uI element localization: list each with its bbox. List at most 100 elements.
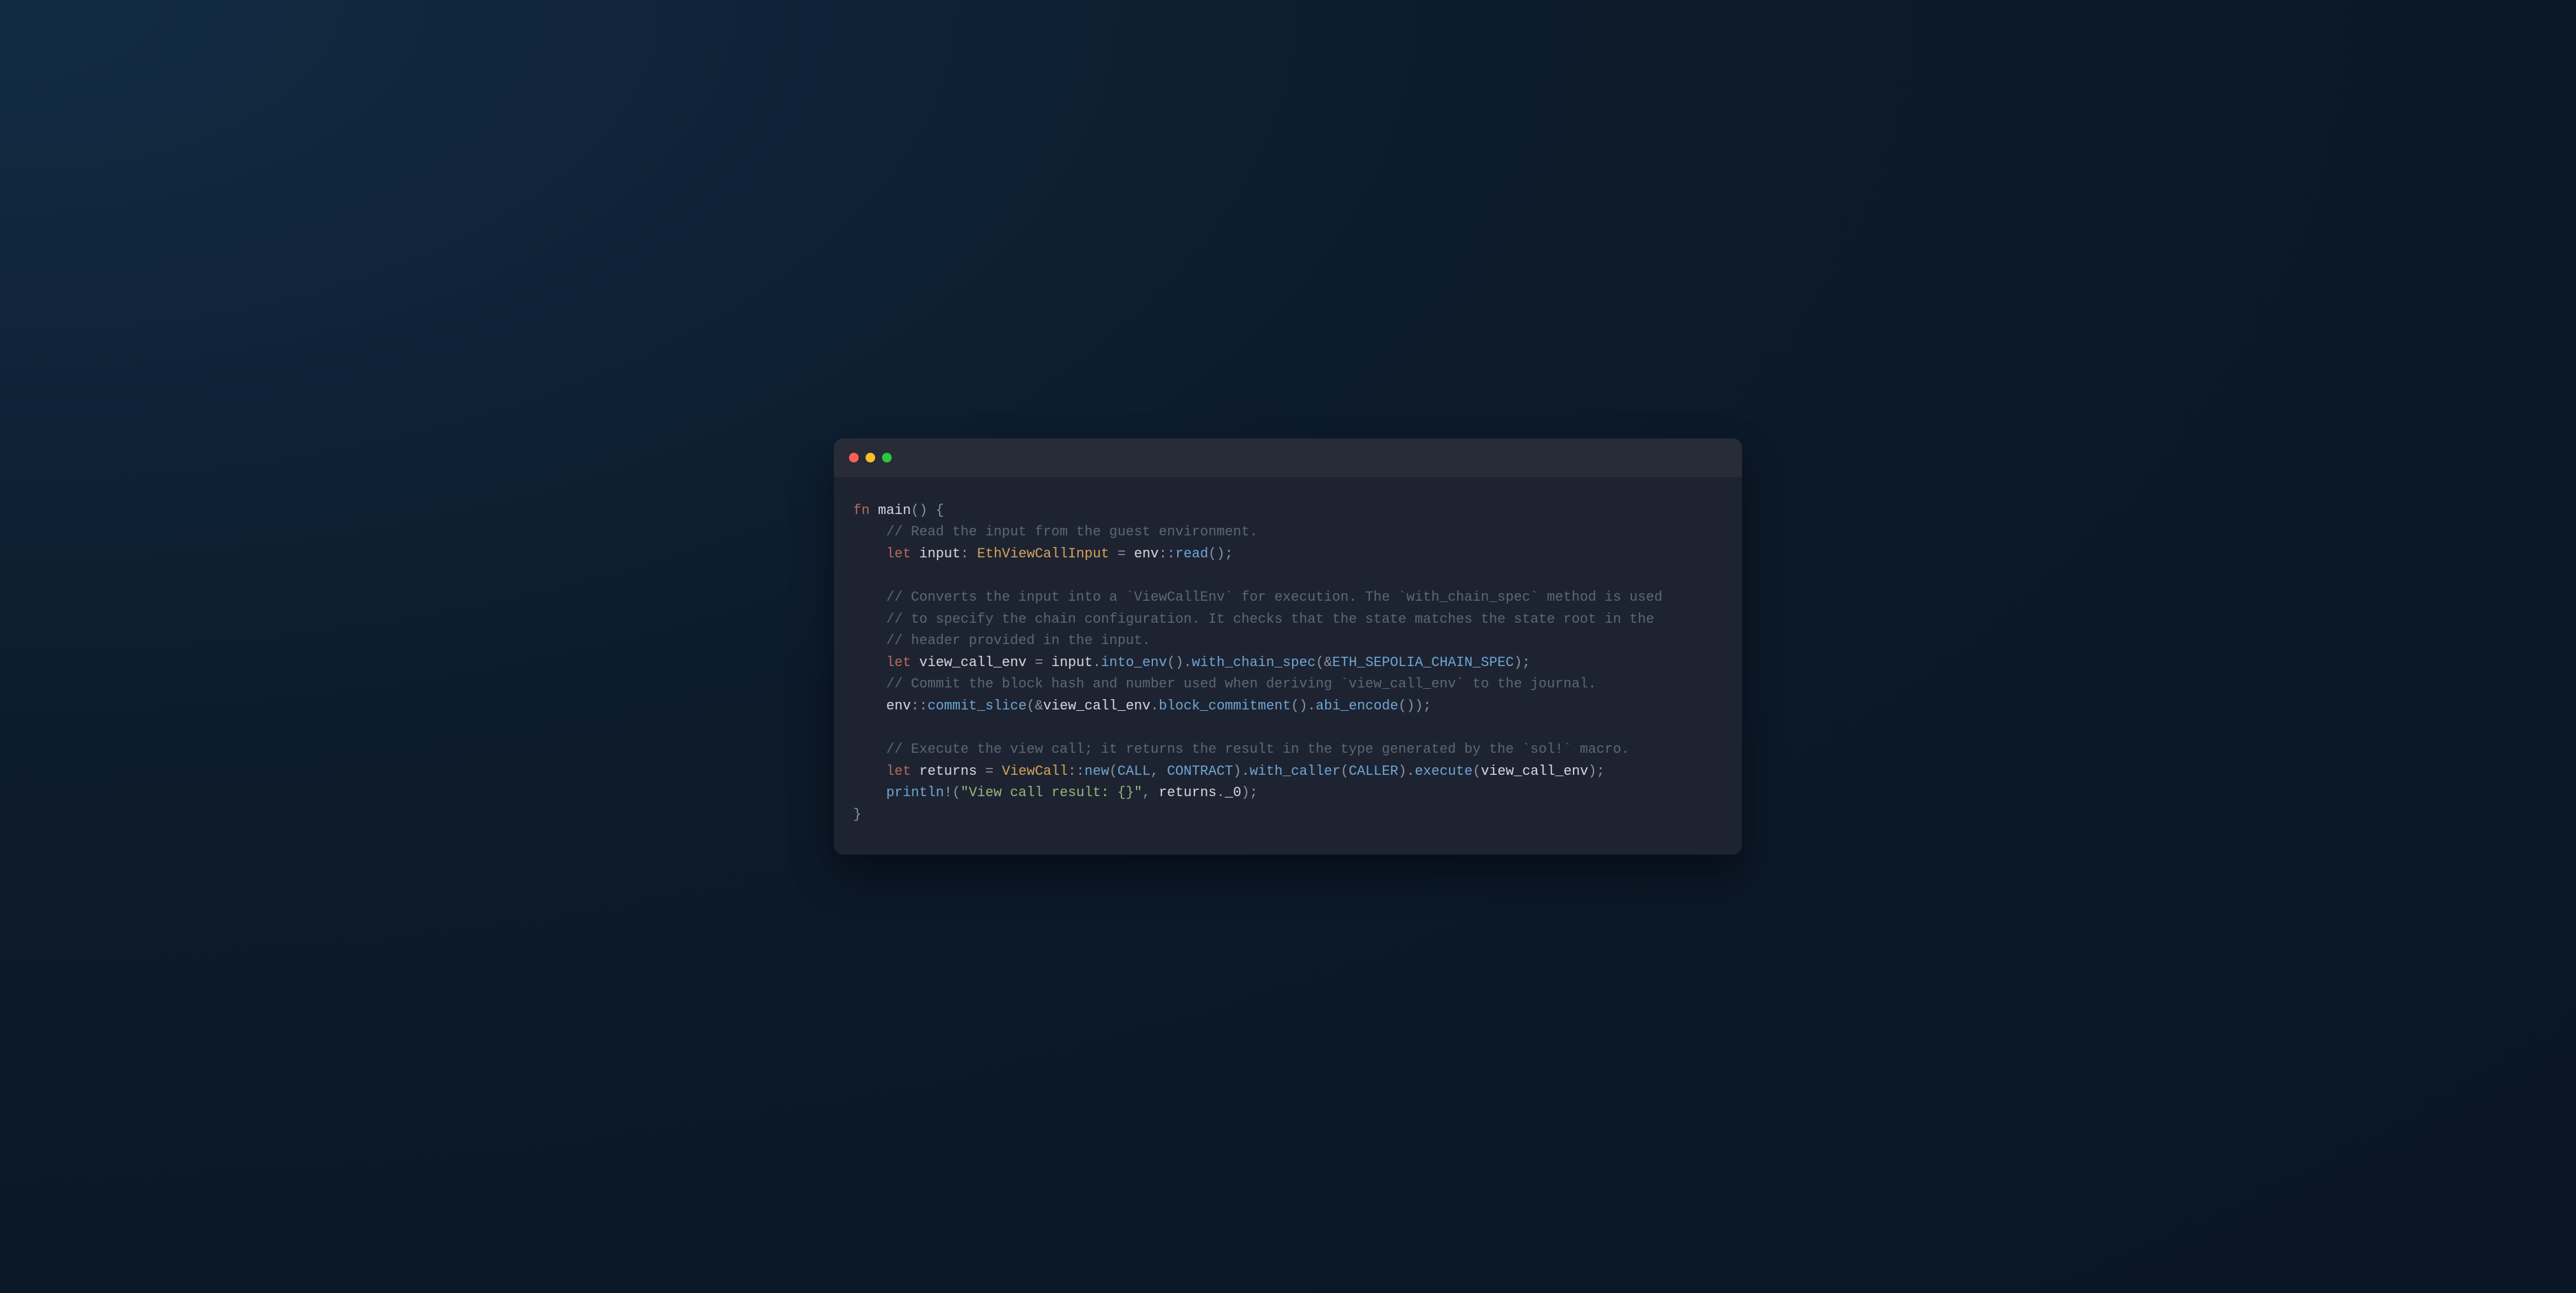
- token-func: block_commitment: [1159, 698, 1291, 714]
- token-ident: view_call_env: [1481, 764, 1588, 780]
- code-line: // Read the input from the guest environ…: [853, 522, 1723, 544]
- code-line: env::commit_slice(&view_call_env.block_c…: [853, 696, 1723, 718]
- token-comment: // Read the input from the guest environ…: [886, 524, 1258, 540]
- token-ident: env: [886, 698, 911, 714]
- token-ident: input: [1051, 655, 1093, 671]
- token-kw: let: [886, 655, 911, 671]
- code-line: // Execute the view call; it returns the…: [853, 739, 1723, 761]
- token-punct: (: [1027, 698, 1035, 714]
- code-line: let returns = ViewCall::new(CALL, CONTRA…: [853, 761, 1723, 783]
- token-punct: .: [1406, 764, 1415, 780]
- token-punct: );: [1588, 764, 1604, 780]
- token-punct: &: [1324, 655, 1332, 671]
- code-line: // Commit the block hash and number used…: [853, 674, 1723, 696]
- token-indent: [853, 698, 886, 714]
- minimize-icon[interactable]: [866, 453, 875, 462]
- token-punct: (: [952, 785, 960, 801]
- token-punct: .: [1307, 698, 1316, 714]
- token-punct: =: [977, 764, 1002, 780]
- token-punct: ();: [1208, 546, 1233, 562]
- zoom-icon[interactable]: [882, 453, 892, 462]
- token-punct: .: [1241, 764, 1249, 780]
- token-punct: (: [1316, 655, 1324, 671]
- code-editor[interactable]: fn main() { // Read the input from the g…: [834, 477, 1742, 855]
- token-punct: ::: [911, 698, 927, 714]
- code-line: [853, 565, 1723, 587]
- token-type: ViewCall: [1002, 764, 1068, 780]
- window-titlebar: [834, 438, 1742, 477]
- token-punct: ::: [1068, 764, 1084, 780]
- token-kw: fn: [853, 503, 870, 519]
- token-kw: let: [886, 546, 911, 562]
- close-icon[interactable]: [849, 453, 859, 462]
- token-ident: returns: [1159, 785, 1216, 801]
- code-line: // header provided in the input.: [853, 630, 1723, 652]
- code-line: // Converts the input into a `ViewCallEn…: [853, 587, 1723, 609]
- token-func: abi_encode: [1316, 698, 1398, 714]
- token-punct: .: [1093, 655, 1101, 671]
- token-indent: [853, 742, 886, 758]
- token-punct: }: [853, 807, 861, 823]
- token-indent: [853, 590, 886, 606]
- token-punct: ::: [1159, 546, 1175, 562]
- code-line: // to specify the chain configuration. I…: [853, 609, 1723, 631]
- token-ident: view_call_env: [1043, 698, 1150, 714]
- token-comment: // Commit the block hash and number used…: [886, 676, 1596, 692]
- token-punct: (: [1340, 764, 1349, 780]
- code-line: }: [853, 804, 1723, 826]
- code-line: [853, 717, 1723, 739]
- token-punct: );: [1514, 655, 1530, 671]
- token-indent: [853, 633, 886, 649]
- token-punct: (: [1472, 764, 1481, 780]
- code-line: let view_call_env = input.into_env().wit…: [853, 652, 1723, 674]
- token-ident: view_call_env: [911, 655, 1027, 671]
- token-punct: .: [1150, 698, 1159, 714]
- token-indent: [853, 785, 886, 801]
- token-func: read: [1175, 546, 1208, 562]
- token-punct: (): [911, 503, 927, 519]
- token-punct: (): [1167, 655, 1183, 671]
- token-func: with_caller: [1249, 764, 1340, 780]
- token-punct: {: [927, 503, 944, 519]
- token-punct: ,: [1142, 785, 1159, 801]
- token-type: EthViewCallInput: [977, 546, 1109, 562]
- token-comment: // Converts the input into a `ViewCallEn…: [886, 590, 1662, 606]
- token-const: ETH_SEPOLIA_CHAIN_SPEC: [1332, 655, 1514, 671]
- token-indent: [853, 524, 886, 540]
- token-punct: =: [1027, 655, 1051, 671]
- token-const: CALLER: [1349, 764, 1398, 780]
- token-ident: env: [1134, 546, 1159, 562]
- token-ident: input: [911, 546, 960, 562]
- token-indent: [853, 676, 886, 692]
- token-const: CONTRACT: [1167, 764, 1233, 780]
- token-ident: _0: [1225, 785, 1241, 801]
- token-punct: .: [1183, 655, 1192, 671]
- token-punct: ());: [1398, 698, 1431, 714]
- code-line: fn main() {: [853, 500, 1723, 522]
- token-kw: let: [886, 764, 911, 780]
- code-line: let input: EthViewCallInput = env::read(…: [853, 544, 1723, 566]
- token-ident: returns: [911, 764, 977, 780]
- token-func: commit_slice: [927, 698, 1027, 714]
- token-comment: // header provided in the input.: [886, 633, 1150, 649]
- code-line: println!("View call result: {}", returns…: [853, 782, 1723, 804]
- token-indent: [853, 546, 886, 562]
- token-punct: ,: [1150, 764, 1167, 780]
- token-indent: [853, 655, 886, 671]
- token-punct: =: [1109, 546, 1134, 562]
- token-macro: println!: [886, 785, 952, 801]
- token-punct: :: [960, 546, 977, 562]
- token-string: "View call result: {}": [960, 785, 1142, 801]
- token-indent: [853, 612, 886, 628]
- token-punct: (: [1109, 764, 1117, 780]
- token-comment: // to specify the chain configuration. I…: [886, 612, 1654, 628]
- token-punct: ): [1398, 764, 1406, 780]
- token-comment: // Execute the view call; it returns the…: [886, 742, 1629, 758]
- token-func: new: [1084, 764, 1109, 780]
- code-window: fn main() { // Read the input from the g…: [834, 438, 1742, 855]
- token-ident: main: [870, 503, 911, 519]
- token-func: into_env: [1101, 655, 1167, 671]
- token-func: with_chain_spec: [1192, 655, 1316, 671]
- token-punct: ): [1233, 764, 1241, 780]
- token-const: CALL: [1117, 764, 1150, 780]
